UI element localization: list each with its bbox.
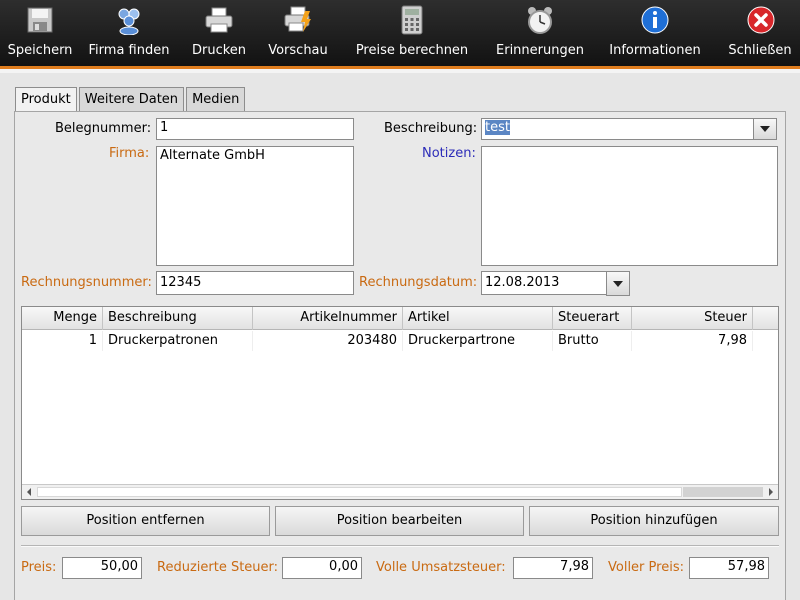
belegnummer-field[interactable]: 1: [156, 118, 354, 140]
cell-beschreibung: Druckerpatronen: [103, 331, 253, 351]
calculate-prices-label: Preise berechnen: [355, 43, 469, 58]
cell-steuer: 7,98: [632, 331, 753, 351]
column-header-steuerart[interactable]: Steuerart: [553, 307, 632, 330]
save-button[interactable]: Speichern: [0, 0, 80, 66]
scrollbar-thumb[interactable]: [37, 487, 682, 497]
calculate-prices-button[interactable]: Preise berechnen: [352, 0, 472, 66]
tab-bar: Produkt Weitere Daten Medien: [15, 87, 247, 113]
chevron-down-icon: [613, 280, 623, 287]
horizontal-scrollbar[interactable]: [22, 484, 778, 499]
notizen-textarea[interactable]: [481, 146, 778, 266]
close-label: Schließen: [728, 43, 792, 58]
firma-textarea[interactable]: Alternate GmbH: [156, 146, 354, 266]
remove-position-button[interactable]: Position entfernen: [21, 506, 270, 536]
information-button[interactable]: Informationen: [606, 0, 704, 66]
belegnummer-label: Belegnummer:: [55, 121, 152, 136]
beschreibung-label: Beschreibung:: [384, 121, 478, 136]
users-icon: [113, 4, 145, 36]
preis-field[interactable]: 50,00: [62, 557, 142, 579]
cell-artikel: Druckerpartrone: [403, 331, 553, 351]
add-position-button[interactable]: Position hinzufügen: [529, 506, 779, 536]
column-header-steuer[interactable]: Steuer: [632, 307, 753, 330]
information-label: Informationen: [609, 43, 701, 58]
tab-produkt[interactable]: Produkt: [15, 87, 77, 113]
cell-steuerart: Brutto: [553, 331, 632, 351]
print-preview-icon: [282, 4, 314, 36]
rechnungsdatum-dropdown-button[interactable]: [606, 271, 630, 296]
close-icon: [745, 4, 777, 36]
column-header-artikelnummer[interactable]: Artikelnummer: [253, 307, 403, 330]
preview-label: Vorschau: [268, 43, 328, 58]
info-icon: [639, 4, 671, 36]
cell-artikelnummer: 203480: [253, 331, 403, 351]
volle-umsatzsteuer-label: Volle Umsatzsteuer:: [376, 560, 506, 575]
beschreibung-combo-field[interactable]: test: [481, 118, 754, 140]
printer-icon: [203, 4, 235, 36]
rechnungsnummer-label: Rechnungsnummer:: [21, 275, 152, 290]
reduzierte-steuer-field[interactable]: 0,00: [282, 557, 362, 579]
find-company-button[interactable]: Firma finden: [84, 0, 174, 66]
tab-medien[interactable]: Medien: [186, 87, 246, 111]
edit-position-button[interactable]: Position bearbeiten: [275, 506, 524, 536]
table-header: Menge Beschreibung Artikelnummer Artikel…: [22, 307, 778, 330]
voller-preis-field[interactable]: 57,98: [689, 557, 769, 579]
scroll-right-icon[interactable]: [764, 485, 778, 499]
reminders-button[interactable]: Erinnerungen: [492, 0, 588, 66]
beschreibung-dropdown-button[interactable]: [753, 118, 777, 140]
reminders-label: Erinnerungen: [496, 43, 584, 58]
positions-table: Menge Beschreibung Artikelnummer Artikel…: [21, 306, 779, 500]
scrollbar-track[interactable]: [683, 487, 763, 497]
main-area: Produkt Weitere Daten Medien Belegnummer…: [0, 73, 800, 600]
notizen-label: Notizen:: [422, 146, 476, 161]
rechnungsdatum-field[interactable]: 12.08.2013: [481, 271, 607, 295]
table-row[interactable]: 1 Druckerpatronen 203480 Druckerpartrone…: [22, 331, 778, 351]
cell-menge: 1: [22, 331, 103, 351]
alarm-clock-icon: [524, 4, 556, 36]
close-button[interactable]: Schließen: [722, 0, 800, 66]
beschreibung-selected-text: test: [485, 120, 510, 135]
scroll-left-icon[interactable]: [22, 485, 36, 499]
rechnungsdatum-label: Rechnungsdatum:: [359, 275, 478, 290]
save-label: Speichern: [7, 43, 73, 58]
preview-button[interactable]: Vorschau: [263, 0, 333, 66]
print-label: Drucken: [191, 43, 247, 58]
print-button[interactable]: Drucken: [188, 0, 250, 66]
chevron-down-icon: [760, 126, 770, 132]
volle-umsatzsteuer-field[interactable]: 7,98: [513, 557, 593, 579]
column-header-artikel[interactable]: Artikel: [403, 307, 553, 330]
calculator-icon: [396, 4, 428, 36]
tab-weitere-daten[interactable]: Weitere Daten: [78, 87, 185, 111]
separator-highlight: [21, 546, 779, 547]
firma-label: Firma:: [109, 146, 150, 161]
column-header-menge[interactable]: Menge: [22, 307, 103, 330]
rechnungsnummer-field[interactable]: 12345: [156, 271, 354, 295]
find-company-label: Firma finden: [88, 43, 170, 58]
reduzierte-steuer-label: Reduzierte Steuer:: [157, 560, 279, 575]
toolbar: Speichern Firma finden Drucken Vorschau …: [0, 0, 800, 66]
save-icon: [24, 4, 56, 36]
column-header-beschreibung[interactable]: Beschreibung: [103, 307, 253, 330]
preis-label: Preis:: [21, 560, 57, 575]
voller-preis-label: Voller Preis:: [608, 560, 684, 575]
